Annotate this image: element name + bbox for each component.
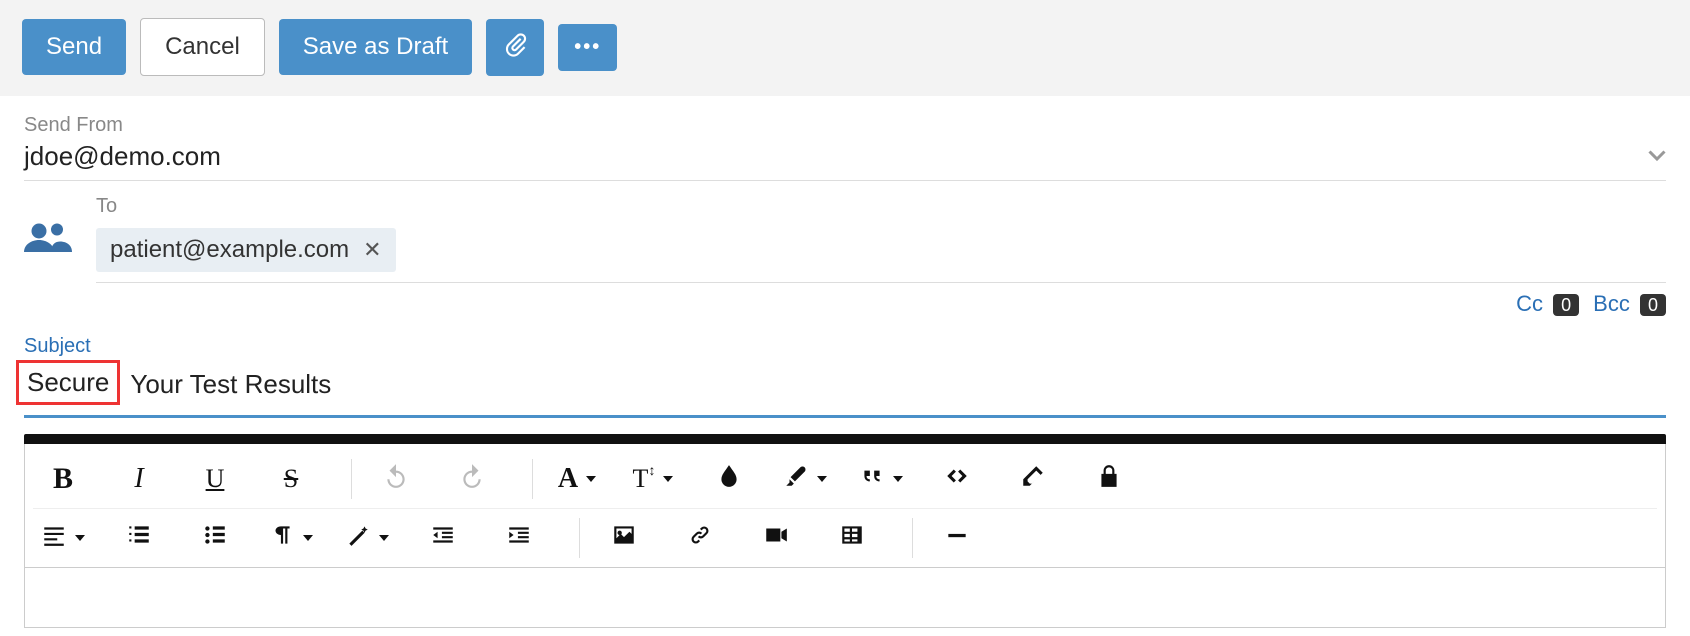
- editor-top-border: [24, 434, 1666, 444]
- video-button[interactable]: [746, 515, 806, 561]
- clear-format-button[interactable]: [1003, 456, 1063, 502]
- indent-icon: [506, 522, 532, 555]
- toolbar-separator: [912, 518, 913, 558]
- toolbar-separator: [532, 459, 533, 499]
- italic-button[interactable]: I: [109, 456, 169, 502]
- image-button[interactable]: [594, 515, 654, 561]
- cc-count: 0: [1553, 294, 1579, 316]
- more-actions-button[interactable]: •••: [558, 24, 617, 71]
- align-dropdown[interactable]: [33, 515, 93, 561]
- minus-icon: [944, 522, 970, 555]
- subject-label: Subject: [24, 335, 1666, 358]
- ellipsis-icon: •••: [574, 36, 601, 59]
- font-size-label: T↕: [633, 464, 656, 494]
- compose-fields: Send From jdoe@demo.com To patient@examp…: [0, 96, 1690, 418]
- video-icon: [763, 522, 789, 555]
- indent-button[interactable]: [489, 515, 549, 561]
- save-draft-button[interactable]: Save as Draft: [279, 19, 472, 75]
- link-button[interactable]: [670, 515, 730, 561]
- ordered-list-button[interactable]: [109, 515, 169, 561]
- to-section: To patient@example.com ✕ Cc 0 Bcc 0: [24, 195, 1666, 317]
- from-dropdown[interactable]: jdoe@demo.com: [24, 141, 1666, 181]
- editor: B I U S A T↕: [24, 434, 1666, 628]
- editor-toolbar: B I U S A T↕: [24, 444, 1666, 568]
- toolbar-separator: [579, 518, 580, 558]
- subject-input[interactable]: [130, 369, 1666, 400]
- redo-button[interactable]: [442, 456, 502, 502]
- undo-button[interactable]: [366, 456, 426, 502]
- paragraph-dropdown[interactable]: [261, 515, 321, 561]
- code-icon: [944, 463, 970, 496]
- subject-row: Secure: [24, 358, 1666, 418]
- remove-recipient-icon[interactable]: ✕: [363, 237, 381, 263]
- unordered-list-button[interactable]: [185, 515, 245, 561]
- compose-action-bar: Send Cancel Save as Draft •••: [0, 0, 1690, 96]
- bcc-label: Bcc: [1593, 291, 1630, 316]
- align-icon: [41, 522, 67, 555]
- quote-dropdown[interactable]: [851, 456, 911, 502]
- table-button[interactable]: [822, 515, 882, 561]
- to-label: To: [96, 195, 1666, 218]
- bold-button[interactable]: B: [33, 456, 93, 502]
- people-icon[interactable]: [24, 219, 72, 260]
- subject-section: Subject Secure: [24, 335, 1666, 418]
- eraser-icon: [1020, 463, 1046, 496]
- text-color-button[interactable]: [699, 456, 759, 502]
- link-icon: [687, 522, 713, 555]
- send-button[interactable]: Send: [22, 19, 126, 75]
- attach-button[interactable]: [486, 19, 544, 76]
- underline-button[interactable]: U: [185, 456, 245, 502]
- ordered-list-icon: [126, 522, 152, 555]
- pilcrow-icon: [269, 522, 295, 555]
- magic-dropdown[interactable]: [337, 515, 397, 561]
- outdent-icon: [430, 522, 456, 555]
- recipient-chip[interactable]: patient@example.com ✕: [96, 228, 396, 272]
- editor-body[interactable]: [24, 568, 1666, 628]
- quote-icon: [859, 463, 885, 496]
- from-value: jdoe@demo.com: [24, 141, 221, 172]
- cc-bcc-row: Cc 0 Bcc 0: [96, 291, 1666, 317]
- recipient-chip-label: patient@example.com: [110, 236, 349, 264]
- font-family-label: A: [558, 463, 578, 495]
- chevron-down-icon: [1648, 146, 1666, 167]
- cancel-button[interactable]: Cancel: [140, 18, 265, 76]
- font-family-dropdown[interactable]: A: [547, 456, 607, 502]
- outdent-button[interactable]: [413, 515, 473, 561]
- image-icon: [611, 522, 637, 555]
- paperclip-icon: [502, 31, 528, 64]
- strikethrough-button[interactable]: S: [261, 456, 321, 502]
- to-input[interactable]: patient@example.com ✕: [96, 222, 1666, 283]
- droplet-icon: [716, 463, 742, 496]
- lock-button[interactable]: [1079, 456, 1139, 502]
- unordered-list-icon: [202, 522, 228, 555]
- bcc-count: 0: [1640, 294, 1666, 316]
- table-icon: [839, 522, 865, 555]
- toolbar-separator: [351, 459, 352, 499]
- highlight-dropdown[interactable]: [775, 456, 835, 502]
- from-label: Send From: [24, 114, 1666, 137]
- wand-icon: [345, 522, 371, 555]
- undo-icon: [383, 463, 409, 496]
- secure-tag: Secure: [16, 360, 120, 405]
- brush-icon: [783, 463, 809, 496]
- bcc-toggle[interactable]: Bcc 0: [1593, 291, 1666, 317]
- lock-icon: [1096, 463, 1122, 496]
- horizontal-rule-button[interactable]: [927, 515, 987, 561]
- cc-label: Cc: [1516, 291, 1543, 316]
- cc-toggle[interactable]: Cc 0: [1516, 291, 1579, 317]
- from-section: Send From jdoe@demo.com: [24, 114, 1666, 181]
- redo-icon: [459, 463, 485, 496]
- code-button[interactable]: [927, 456, 987, 502]
- font-size-dropdown[interactable]: T↕: [623, 456, 683, 502]
